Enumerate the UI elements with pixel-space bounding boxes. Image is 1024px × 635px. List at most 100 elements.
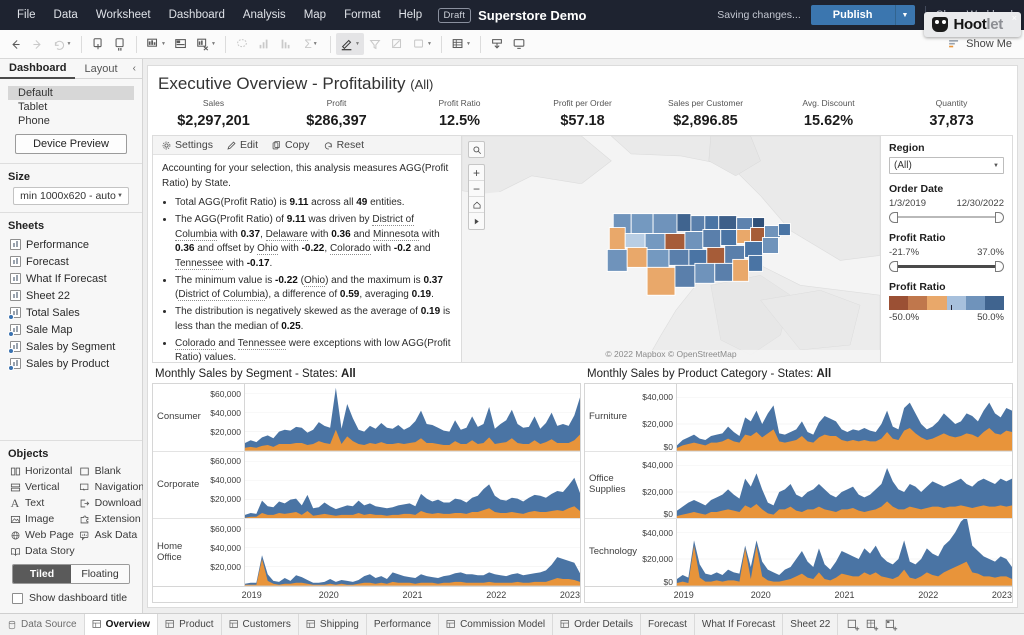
map-canvas[interactable] [462, 136, 880, 362]
chevron-down-icon[interactable]: ▼ [211, 41, 216, 47]
menu-dashboard[interactable]: Dashboard [160, 6, 234, 24]
region-filter-dropdown[interactable]: (All) ▼ [889, 157, 1004, 174]
pan-icon[interactable] [469, 213, 484, 229]
chart-frame-segment[interactable]: Consumer$60,000$40,000$20,000Corporate$6… [152, 383, 581, 603]
sheet-tab-commission-model[interactable]: Commission Model [439, 614, 553, 635]
pane-plot-area[interactable] [245, 452, 580, 519]
sheet-tab-sheet-22[interactable]: Sheet 22 [783, 614, 838, 635]
chevron-down-icon[interactable]: ▼ [466, 41, 471, 47]
menu-data[interactable]: Data [45, 6, 87, 24]
highlight-icon[interactable]: ▼ [336, 33, 364, 55]
pause-auto-update-icon[interactable] [109, 33, 131, 55]
device-option-phone[interactable]: Phone [8, 114, 134, 128]
sheet-tab-order-details[interactable]: Order Details [553, 614, 641, 635]
floating-button[interactable]: Floating [71, 565, 129, 583]
new-dashboard-icon[interactable] [866, 619, 878, 631]
settings-button[interactable]: Settings [161, 139, 213, 151]
sheet-tab-overview[interactable]: Overview [85, 614, 158, 635]
swap-rows-columns-icon[interactable]: ▼ [447, 33, 475, 55]
sheet-item-sales-by-product[interactable]: Sales by Product [8, 355, 134, 372]
chevron-down-icon[interactable]: ▼ [427, 41, 432, 47]
tiled-button[interactable]: Tiled [13, 565, 71, 583]
sheet-tab-forecast[interactable]: Forecast [641, 614, 695, 635]
device-preview-icon[interactable] [508, 33, 530, 55]
hootlet-overlay[interactable]: Hootlet × [924, 12, 1021, 37]
menu-help[interactable]: Help [389, 6, 431, 24]
chevron-down-icon[interactable]: ▼ [355, 41, 360, 47]
show-dashboard-title-checkbox[interactable] [12, 593, 23, 604]
sheet-item-sales-by-segment[interactable]: Sales by Segment [8, 338, 134, 355]
menu-worksheet[interactable]: Worksheet [87, 6, 160, 24]
sheet-tab-shipping[interactable]: Shipping [299, 614, 367, 635]
sheet-item-sheet-22[interactable]: Sheet 22 [8, 287, 134, 304]
kpi-sales-per-customer[interactable]: Sales per Customer$2,896.85 [644, 98, 767, 129]
object-item-image[interactable]: Image [8, 512, 76, 526]
fix-axis-icon[interactable] [386, 33, 408, 55]
undo-lasso-icon[interactable] [231, 33, 253, 55]
pane-plot-area[interactable] [677, 384, 1012, 451]
back-arrow-icon[interactable] [4, 33, 26, 55]
sheet-tab-customers[interactable]: Customers [222, 614, 299, 635]
chevron-down-icon[interactable]: ▼ [161, 41, 166, 47]
reset-button[interactable]: Reset [323, 139, 364, 151]
sheet-item-forecast[interactable]: Forecast [8, 253, 134, 270]
new-worksheet-icon[interactable] [87, 33, 109, 55]
slider-handle-right[interactable] [995, 212, 1004, 223]
show-me-button[interactable]: Show Me [947, 38, 1020, 51]
download-icon[interactable] [486, 33, 508, 55]
pane-plot-area[interactable] [677, 519, 1012, 586]
close-icon[interactable]: × [1012, 13, 1017, 23]
tab-data-source[interactable]: Data Source [0, 614, 85, 635]
copy-button[interactable]: Copy [271, 139, 310, 151]
chart-frame-category[interactable]: Furniture$40,000$20,000$0Office Supplies… [584, 383, 1013, 603]
kpi-quantity[interactable]: Quantity37,873 [890, 98, 1013, 129]
forward-arrow-icon[interactable] [26, 33, 48, 55]
object-item-web-page[interactable]: Web Page [8, 528, 76, 542]
profit-ratio-slider[interactable] [889, 260, 1004, 272]
totals-icon[interactable]: Σ ▼ [297, 33, 325, 55]
sheet-item-sale-map[interactable]: Sale Map [8, 321, 134, 338]
object-item-vertical[interactable]: Vertical [8, 480, 76, 494]
kpi-profit-ratio[interactable]: Profit Ratio12.5% [398, 98, 521, 129]
object-item-extension[interactable]: Extension [78, 512, 146, 526]
presentation-card-icon[interactable]: ▼ [408, 33, 436, 55]
fit-filter-icon[interactable] [364, 33, 386, 55]
zoom-out-icon[interactable]: − [469, 181, 484, 197]
publish-caret-icon[interactable]: ▼ [895, 5, 915, 25]
object-item-horizontal[interactable]: Horizontal [8, 464, 76, 478]
zoom-in-icon[interactable]: + [469, 165, 484, 181]
show-dashboard-title-row[interactable]: Show dashboard title [8, 589, 134, 607]
size-dropdown[interactable]: min 1000x620 - auto ▼ [13, 187, 129, 205]
device-option-default[interactable]: Default [8, 86, 134, 100]
refresh-data-icon[interactable]: ▼ [48, 33, 76, 55]
pane-plot-area[interactable] [245, 519, 580, 586]
sort-ascending-icon[interactable] [253, 33, 275, 55]
kpi-avg-discount[interactable]: Avg. Discount15.62% [767, 98, 890, 129]
new-dashboard-icon[interactable]: ▼ [142, 33, 170, 55]
menu-format[interactable]: Format [335, 6, 389, 24]
new-story-icon[interactable] [885, 619, 897, 631]
sheet-tab-performance[interactable]: Performance [367, 614, 439, 635]
object-item-blank[interactable]: Blank [78, 464, 146, 478]
sheet-item-performance[interactable]: Performance [8, 236, 134, 253]
clear-sheet-icon[interactable]: ▼ [192, 33, 220, 55]
home-icon[interactable] [469, 197, 484, 213]
device-option-tablet[interactable]: Tablet [8, 100, 134, 114]
sheet-item-what-if-forecast[interactable]: What If Forecast [8, 270, 134, 287]
sheet-tab-product[interactable]: Product [158, 614, 221, 635]
sheet-item-total-sales[interactable]: Total Sales [8, 304, 134, 321]
menu-analysis[interactable]: Analysis [234, 6, 295, 24]
chevron-down-icon[interactable]: ▼ [313, 41, 318, 47]
sort-descending-icon[interactable] [275, 33, 297, 55]
chevron-down-icon[interactable]: ▼ [67, 41, 72, 47]
kpi-profit-per-order[interactable]: Profit per Order$57.18 [521, 98, 644, 129]
pane-plot-area[interactable] [677, 452, 1012, 519]
tab-layout[interactable]: Layout [75, 60, 126, 78]
pane-plot-area[interactable] [245, 384, 580, 451]
slider-handle-right[interactable] [995, 261, 1004, 272]
edit-button[interactable]: Edit [226, 139, 258, 151]
new-worksheet-icon[interactable] [847, 619, 859, 631]
slider-handle-left[interactable] [889, 261, 898, 272]
menu-map[interactable]: Map [295, 6, 335, 24]
new-story-icon[interactable] [170, 33, 192, 55]
